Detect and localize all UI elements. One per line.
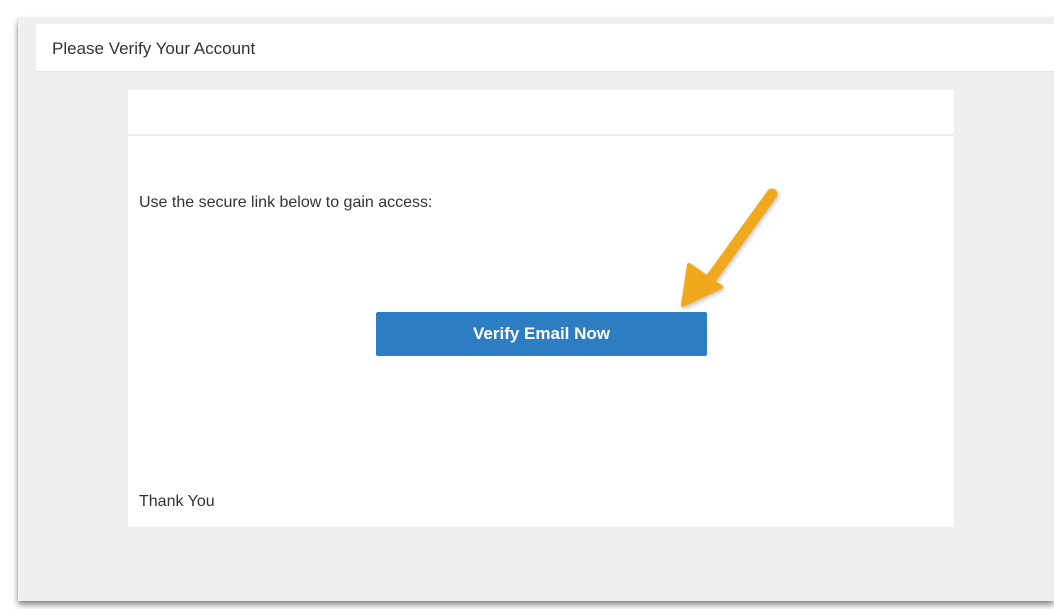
intro-text: Use the secure link below to gain access… [139,194,433,211]
email-subject: Please Verify Your Account [52,39,256,58]
subject-bar: Please Verify Your Account [36,24,1054,72]
email-body: Use the secure link below to gain access… [128,90,954,527]
signoff-text: Thank You [139,493,215,510]
email-header [128,90,954,136]
verify-email-button[interactable]: Verify Email Now [376,312,707,356]
email-viewer: Please Verify Your Account Use the secur… [18,18,1054,601]
